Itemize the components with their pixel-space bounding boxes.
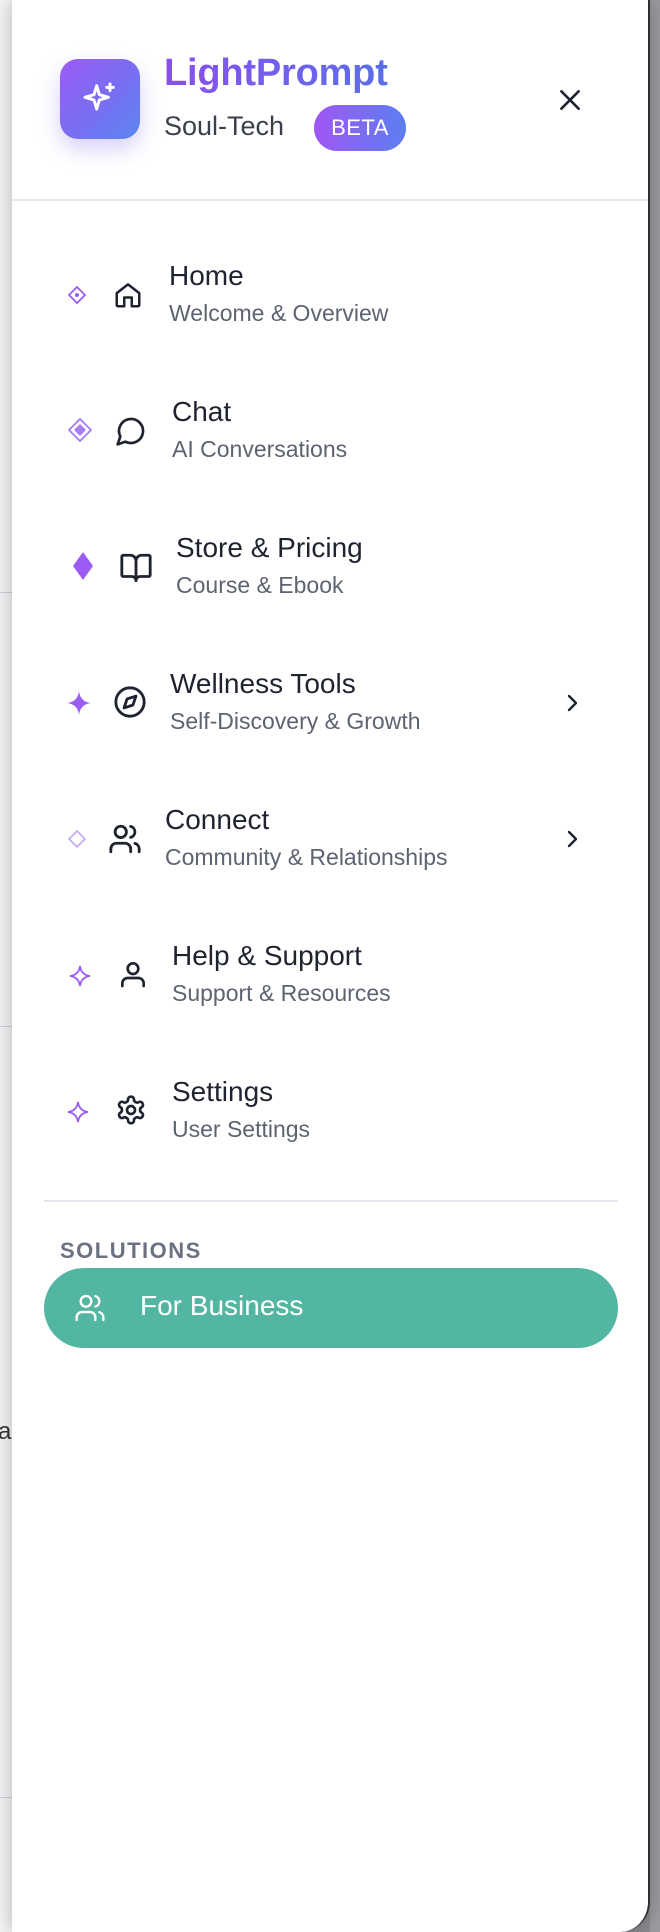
background-divider [0, 1026, 12, 1027]
background-divider [0, 592, 12, 593]
nav-item-description: Welcome & Overview [169, 300, 389, 326]
nav-item-description: Support & Resources [172, 980, 391, 1006]
nav-item-chat[interactable]: Chat AI Conversations [12, 376, 648, 486]
brand-subtitle: Soul-Tech [164, 111, 285, 141]
nav-item-description: AI Conversations [172, 436, 348, 462]
beta-badge: BETA [314, 105, 406, 151]
four-point-star-icon [67, 691, 91, 715]
nav-item-help-support[interactable]: Help & Support Support & Resources [12, 920, 648, 1030]
nav-item-settings[interactable]: Settings User Settings [12, 1056, 648, 1166]
chevron-right-icon [567, 694, 578, 712]
nav-item-wellness-tools[interactable]: Wellness Tools Self-Discovery & Growth [12, 648, 648, 758]
nav-item-label: Chat [172, 396, 232, 427]
nav-item-label: Connect [165, 804, 270, 835]
four-point-star-outline-icon [69, 965, 91, 987]
chevron-right-icon [567, 830, 578, 848]
nav-item-label: Settings [172, 1076, 274, 1107]
diamond-outline-dot-icon [68, 286, 86, 304]
diamond-filled-icon [73, 552, 93, 580]
book-open-icon [120, 553, 152, 583]
gear-icon [117, 1095, 145, 1125]
navigation-drawer: LightPrompt Soul-Tech BETA Home Welcome … [12, 0, 650, 1932]
close-button[interactable] [550, 80, 590, 120]
chat-bubble-icon [116, 417, 145, 446]
background-page: a [0, 0, 12, 1932]
diamond-outline-icon [68, 830, 86, 848]
diamond-filled-inner-icon [68, 418, 92, 442]
users-icon [75, 1294, 105, 1322]
nav-item-label: Help & Support [172, 940, 362, 971]
users-icon [109, 824, 141, 854]
nav-item-description: User Settings [172, 1116, 311, 1142]
four-point-star-outline-icon [67, 1101, 89, 1123]
nav-item-store-pricing[interactable]: Store & Pricing Course & Ebook [12, 512, 648, 622]
nav-item-description: Self-Discovery & Growth [170, 708, 421, 734]
nav-item-description: Community & Relationships [165, 844, 448, 870]
nav-item-label: Store & Pricing [176, 532, 363, 563]
section-divider [44, 1200, 618, 1202]
nav-item-home[interactable]: Home Welcome & Overview [12, 240, 648, 350]
sparkles-icon [83, 82, 115, 111]
for-business-label: For Business [140, 1290, 304, 1321]
close-icon [560, 90, 580, 110]
brand-name: LightPrompt [164, 52, 388, 94]
background-overlay [650, 0, 660, 1932]
compass-icon [114, 686, 146, 718]
for-business-button[interactable]: For Business [44, 1268, 618, 1348]
drawer-header: LightPrompt Soul-Tech BETA [12, 0, 648, 201]
solutions-heading: SOLUTIONS [60, 1238, 202, 1263]
home-icon [115, 283, 141, 308]
nav-item-label: Wellness Tools [170, 668, 356, 699]
background-text: a [0, 1418, 12, 1445]
background-divider [0, 1797, 12, 1798]
nav-item-description: Course & Ebook [176, 572, 344, 598]
nav-item-label: Home [169, 260, 244, 291]
nav-item-connect[interactable]: Connect Community & Relationships [12, 784, 648, 894]
brand-logo[interactable] [60, 59, 140, 139]
user-icon [121, 962, 145, 988]
